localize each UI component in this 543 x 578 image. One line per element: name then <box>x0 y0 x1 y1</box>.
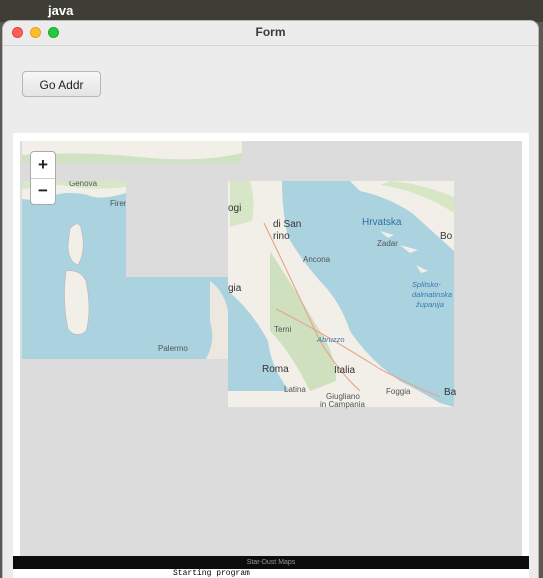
map-label-ogi: ogi <box>228 203 241 214</box>
zoom-out-button[interactable]: − <box>31 178 55 204</box>
map-label-foggia: Foggia <box>386 387 411 396</box>
map-label-campania: in Campania <box>320 400 365 409</box>
map-label-zadar: Zadar <box>377 239 398 248</box>
map-view[interactable]: Genova Firenze Palermo ogi gia di San ri… <box>20 141 522 556</box>
form-window: Form Go Addr Genova Firenze Palermo ogi … <box>3 21 538 578</box>
map-label-gia: gia <box>228 283 242 294</box>
window-title: Form <box>255 25 286 39</box>
map-panel: Genova Firenze Palermo ogi gia di San ri… <box>13 133 529 578</box>
app-name-menu[interactable]: java <box>48 3 73 18</box>
map-label-marino-line: rino <box>273 231 290 242</box>
map-label-ba: Ba <box>444 387 457 398</box>
map-label-latina: Latina <box>284 385 306 394</box>
go-addr-button[interactable]: Go Addr <box>22 71 101 97</box>
map-label-ancona: Ancona <box>303 255 331 264</box>
map-label-roma: Roma <box>262 364 289 375</box>
terminal-output: Starting program <box>167 570 372 578</box>
map-attribution: Star-Dust Maps <box>13 556 529 569</box>
map-label-san-marino: di San <box>273 219 301 230</box>
map-label-bo: Bo <box>440 231 453 242</box>
zoom-control: + − <box>30 151 56 205</box>
map-label-abruzzo: Abruzzo <box>316 335 345 344</box>
map-tiles: Genova Firenze Palermo ogi gia di San ri… <box>22 141 457 409</box>
missing-tile <box>126 163 228 277</box>
title-bar[interactable]: Form <box>3 21 538 46</box>
menu-bar: java <box>0 0 543 22</box>
map-label-italia: Italia <box>334 365 356 376</box>
map-label-palermo: Palermo <box>158 344 188 353</box>
zoom-in-button[interactable]: + <box>31 152 55 179</box>
map-label-terni: Terni <box>274 325 292 334</box>
map-label-splitsko: Splitsko- <box>412 280 441 289</box>
map-label-hrvatska: Hrvatska <box>362 217 402 228</box>
map-label-dalmatinska: dalmatinska <box>412 290 452 299</box>
map-label-zupanija: županija <box>415 300 444 309</box>
